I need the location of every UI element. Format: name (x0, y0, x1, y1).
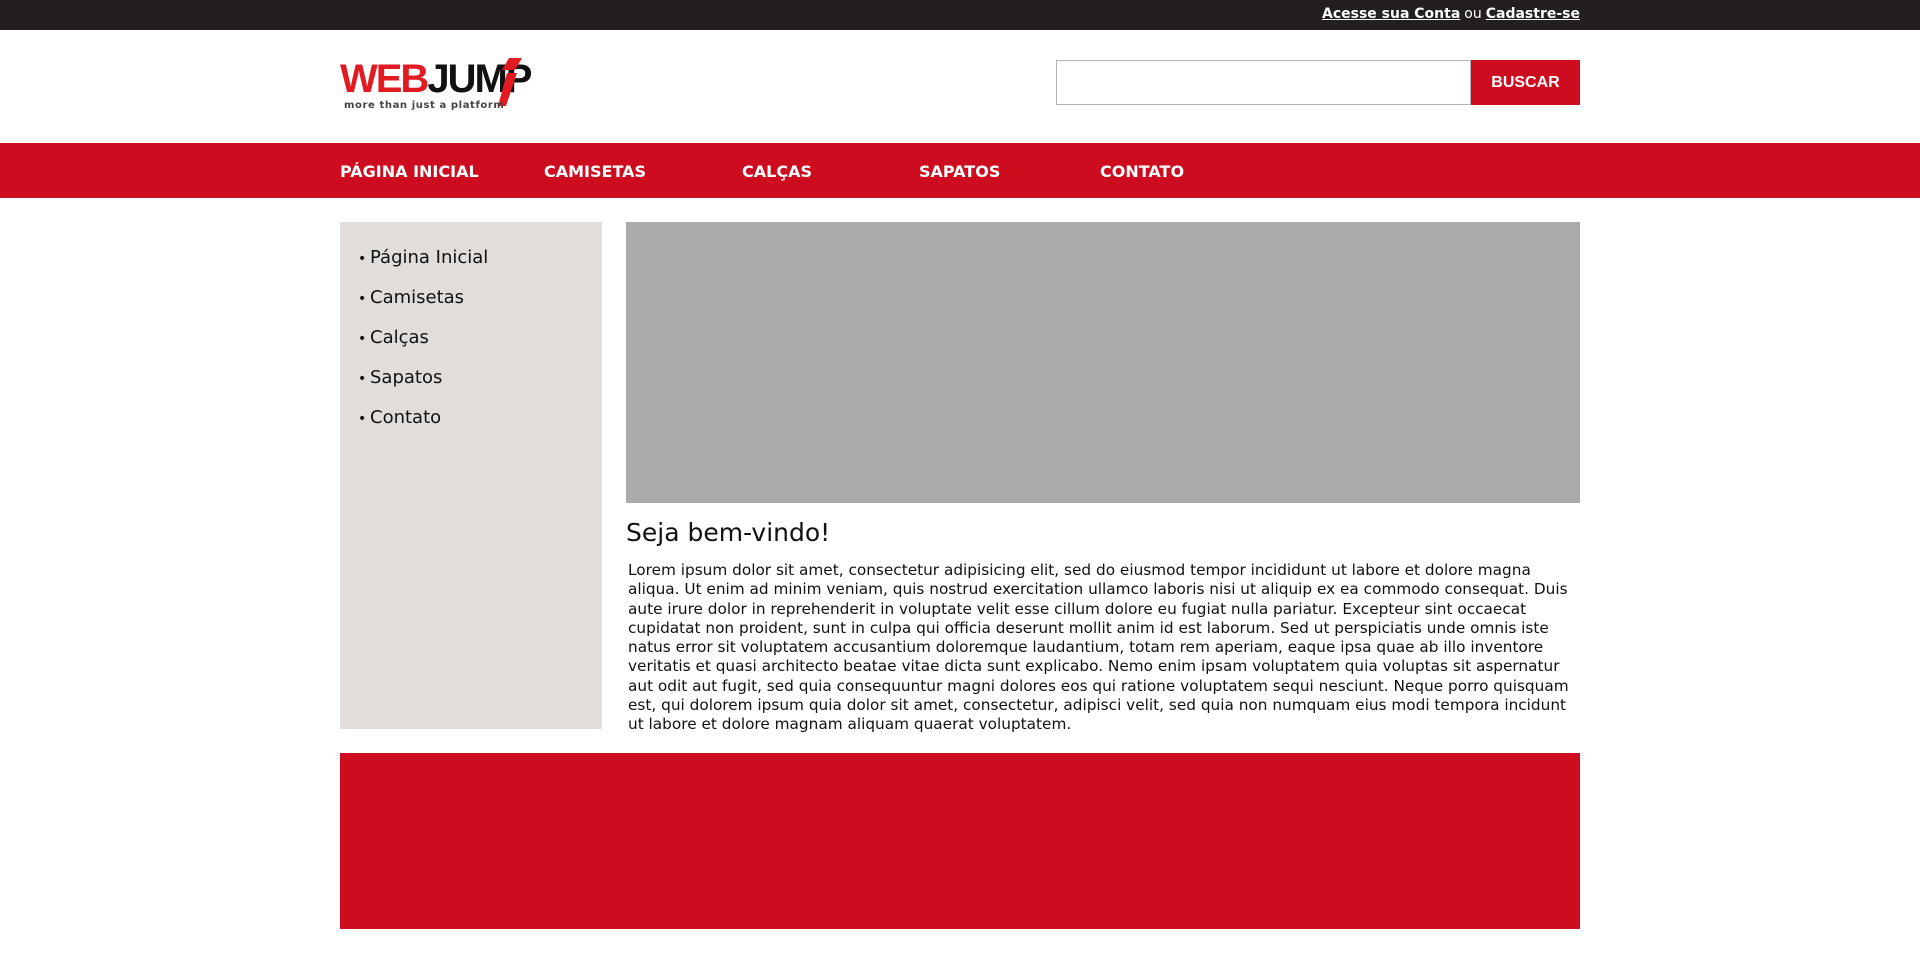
sidebar-item-shoes[interactable]: • Sapatos (358, 366, 488, 406)
sidebar-item-pants[interactable]: • Calças (358, 326, 488, 366)
bullet-icon: • (358, 411, 367, 427)
bullet-icon: • (358, 251, 367, 267)
sidebar-menu: • Página Inicial • Camisetas • Calças • Sapa… (358, 246, 488, 446)
sidebar-item-label: Contato (370, 407, 442, 428)
page-title: Seja bem-vindo! (626, 518, 831, 547)
logo-word-web: WEB (340, 57, 429, 101)
logo[interactable]: WEBJUMP more than just a platform (340, 56, 532, 118)
bullet-icon: • (358, 331, 367, 347)
login-link[interactable]: Acesse sua Conta (1322, 6, 1460, 22)
register-link[interactable]: Cadastre-se (1486, 6, 1580, 22)
nav-item-pants[interactable]: CALÇAS (742, 143, 812, 198)
sidebar-item-label: Calças (370, 327, 429, 348)
nav-item-contact[interactable]: CONTATO (1100, 143, 1184, 198)
page-body-text: Lorem ipsum dolor sit amet, consectetur … (628, 561, 1569, 734)
logo-tagline: more than just a platform (344, 100, 505, 111)
sidebar: • Página Inicial • Camisetas • Calças • Sapa… (340, 222, 602, 729)
topbar-separator: ou (1464, 6, 1482, 22)
search-input[interactable] (1056, 60, 1471, 105)
footer (340, 753, 1580, 929)
bullet-icon: • (358, 291, 367, 307)
banner-placeholder (626, 222, 1580, 503)
nav-item-shoes[interactable]: SAPATOS (919, 143, 1000, 198)
search-button[interactable]: BUSCAR (1471, 60, 1580, 105)
nav-item-shirts[interactable]: CAMISETAS (544, 143, 646, 198)
sidebar-item-label: Página Inicial (370, 247, 489, 268)
sidebar-item-label: Sapatos (370, 367, 443, 388)
sidebar-item-contact[interactable]: • Contato (358, 406, 488, 446)
nav-item-home[interactable]: PÁGINA INICIAL (340, 143, 479, 198)
sidebar-item-home[interactable]: • Página Inicial (358, 246, 488, 286)
sidebar-item-label: Camisetas (370, 287, 465, 308)
account-links: Acesse sua Conta ou Cadastre-se (1322, 6, 1580, 22)
main-nav: PÁGINA INICIAL CAMISETAS CALÇAS SAPATOS … (0, 143, 1920, 198)
sidebar-item-shirts[interactable]: • Camisetas (358, 286, 488, 326)
bullet-icon: • (358, 371, 367, 387)
top-bar: Acesse sua Conta ou Cadastre-se (0, 0, 1920, 30)
